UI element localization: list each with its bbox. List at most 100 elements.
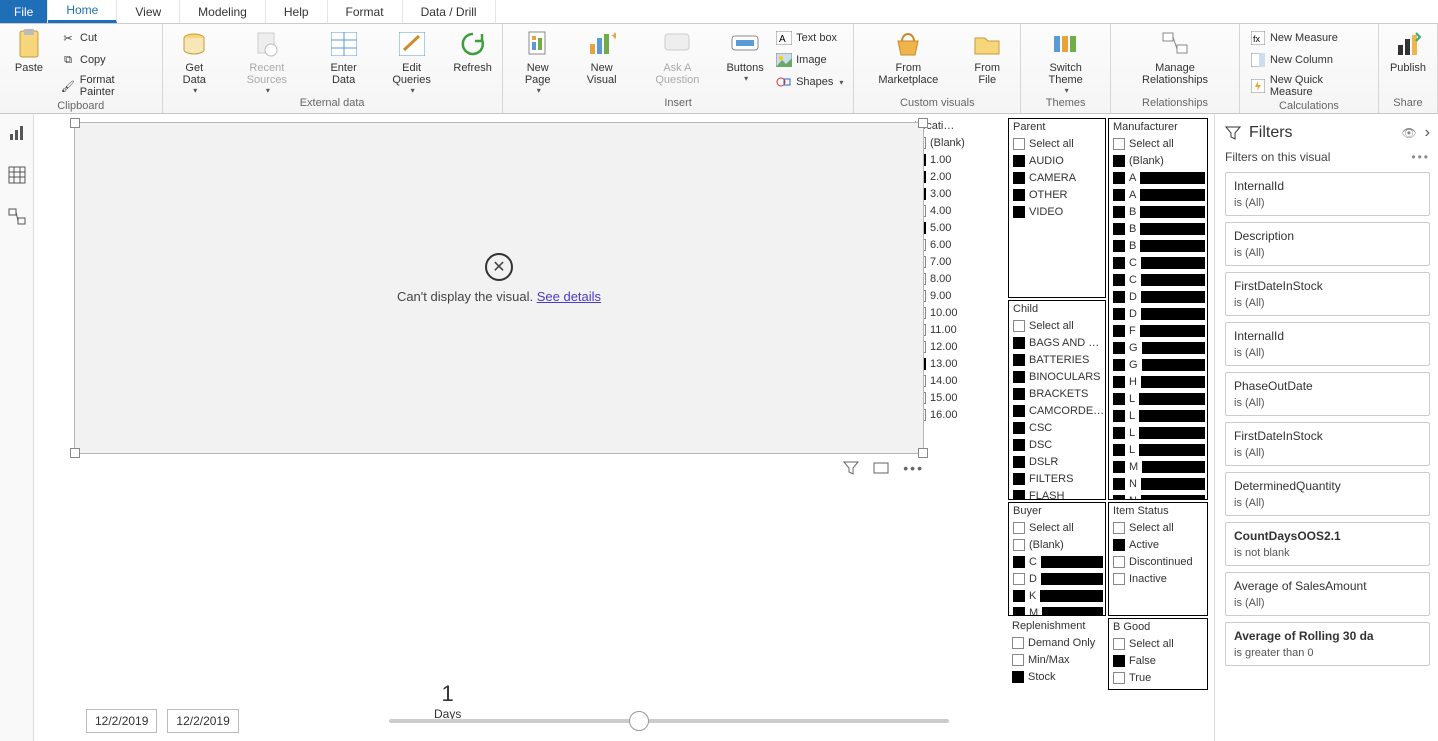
- refresh-button[interactable]: Refresh: [450, 26, 496, 76]
- checkbox[interactable]: [1013, 155, 1025, 167]
- manage-relationships-button[interactable]: Manage Relationships: [1117, 26, 1233, 88]
- checkbox[interactable]: [1013, 388, 1025, 400]
- slicer-option[interactable]: 13.00: [914, 355, 1004, 372]
- slicer-option[interactable]: CAMERA: [1013, 169, 1103, 186]
- checkbox[interactable]: [1013, 206, 1025, 218]
- checkbox[interactable]: [1113, 655, 1125, 667]
- checkbox[interactable]: [1113, 672, 1125, 684]
- checkbox[interactable]: [1013, 439, 1025, 451]
- filter-card[interactable]: FirstDateInStockis (All): [1225, 272, 1430, 316]
- slicer-option[interactable]: CSC: [1013, 419, 1103, 436]
- cut-button[interactable]: ✂Cut: [56, 28, 156, 48]
- checkbox[interactable]: [1113, 308, 1125, 320]
- report-view-icon[interactable]: [8, 124, 26, 142]
- slicer-child[interactable]: Child Select allBAGS AND …BATTERIESBINOC…: [1008, 300, 1106, 500]
- checkbox[interactable]: [1113, 461, 1125, 473]
- slicer-option[interactable]: BINOCULARS: [1013, 368, 1103, 385]
- focus-icon[interactable]: [873, 460, 889, 476]
- slicer-option[interactable]: 16.00: [914, 406, 1004, 423]
- edit-queries-button[interactable]: Edit Queries: [378, 26, 446, 97]
- checkbox[interactable]: [1013, 490, 1025, 500]
- filter-card[interactable]: Average of Rolling 30 dais greater than …: [1225, 622, 1430, 666]
- slicer-option[interactable]: Stock: [1012, 668, 1104, 685]
- more-icon[interactable]: •••: [903, 460, 924, 476]
- checkbox[interactable]: [1113, 410, 1125, 422]
- slicer-option[interactable]: B: [1113, 237, 1205, 254]
- checkbox[interactable]: [1113, 359, 1125, 371]
- checkbox[interactable]: [1012, 654, 1024, 666]
- slicer-option[interactable]: A: [1113, 186, 1205, 203]
- tab-format[interactable]: Format: [328, 0, 403, 23]
- slicer-item-status[interactable]: Item Status Select allActiveDiscontinued…: [1108, 502, 1208, 616]
- checkbox[interactable]: [1013, 354, 1025, 366]
- checkbox[interactable]: [1013, 607, 1025, 616]
- switch-theme-button[interactable]: Switch Theme: [1027, 26, 1104, 97]
- slicer-option[interactable]: CAMCORDE…: [1013, 402, 1103, 419]
- data-view-icon[interactable]: [8, 166, 26, 184]
- checkbox[interactable]: [1013, 539, 1025, 551]
- checkbox[interactable]: [1013, 556, 1025, 568]
- slicer-location[interactable]: Locati… (Blank)1.002.003.004.005.006.007…: [910, 118, 1006, 428]
- tab-view[interactable]: View: [117, 0, 180, 23]
- slicer-option[interactable]: N: [1113, 475, 1205, 492]
- from-marketplace-button[interactable]: From Marketplace: [860, 26, 956, 88]
- filter-card[interactable]: Descriptionis (All): [1225, 222, 1430, 266]
- tab-modeling[interactable]: Modeling: [180, 0, 266, 23]
- checkbox[interactable]: [1013, 320, 1025, 332]
- slicer-option[interactable]: K: [1013, 587, 1103, 604]
- visual-frame[interactable]: ✕ Can't display the visual. See details: [74, 122, 924, 454]
- checkbox[interactable]: [1113, 206, 1125, 218]
- slicer-option[interactable]: Inactive: [1113, 570, 1205, 587]
- slicer-option[interactable]: (Blank): [1113, 152, 1205, 169]
- slicer-option[interactable]: L: [1113, 407, 1205, 424]
- checkbox[interactable]: [1013, 371, 1025, 383]
- slicer-option[interactable]: B: [1113, 220, 1205, 237]
- checkbox[interactable]: [1113, 155, 1125, 167]
- slicer-option[interactable]: OTHER: [1013, 186, 1103, 203]
- slicer-option[interactable]: L: [1113, 424, 1205, 441]
- slicer-parent[interactable]: Parent Select allAUDIOCAMERAOTHERVIDEO: [1008, 118, 1106, 298]
- checkbox[interactable]: [1013, 422, 1025, 434]
- checkbox[interactable]: [1113, 478, 1125, 490]
- slicer-option[interactable]: Select all: [1113, 135, 1205, 152]
- checkbox[interactable]: [1113, 427, 1125, 439]
- filter-card[interactable]: FirstDateInStockis (All): [1225, 422, 1430, 466]
- checkbox[interactable]: [1013, 138, 1025, 150]
- checkbox[interactable]: [1113, 539, 1125, 551]
- slicer-option[interactable]: Demand Only: [1012, 634, 1104, 651]
- slicer-option[interactable]: False: [1113, 652, 1205, 669]
- checkbox[interactable]: [1013, 405, 1025, 417]
- slicer-option[interactable]: True: [1113, 669, 1205, 686]
- model-view-icon[interactable]: [8, 208, 26, 226]
- checkbox[interactable]: [1113, 240, 1125, 252]
- slicer-option[interactable]: (Blank): [914, 134, 1004, 151]
- buttons-button[interactable]: Buttons: [722, 26, 768, 85]
- slicer-option[interactable]: Select all: [1113, 519, 1205, 536]
- new-column-button[interactable]: New Column: [1246, 50, 1372, 70]
- slicer-option[interactable]: M: [1013, 604, 1103, 615]
- new-quick-measure-button[interactable]: New Quick Measure: [1246, 72, 1372, 100]
- tab-home[interactable]: Home: [48, 0, 117, 23]
- slicer-option[interactable]: FILTERS: [1013, 470, 1103, 487]
- slicer-replenishment[interactable]: Replenishment Demand OnlyMin/MaxStock: [1008, 618, 1106, 690]
- checkbox[interactable]: [1113, 274, 1125, 286]
- checkbox[interactable]: [1113, 393, 1125, 405]
- slicer-option[interactable]: 11.00: [914, 321, 1004, 338]
- slicer-option[interactable]: 15.00: [914, 389, 1004, 406]
- filter-card[interactable]: InternalIdis (All): [1225, 172, 1430, 216]
- filter-icon[interactable]: [843, 460, 859, 476]
- slicer-bgood[interactable]: B Good Select allFalseTrue: [1108, 618, 1208, 690]
- slicer-option[interactable]: C: [1113, 254, 1205, 271]
- checkbox[interactable]: [1013, 337, 1025, 349]
- slicer-option[interactable]: BAGS AND …: [1013, 334, 1103, 351]
- slicer-option[interactable]: 9.00: [914, 287, 1004, 304]
- slicer-option[interactable]: Select all: [1113, 635, 1205, 652]
- slicer-option[interactable]: D: [1013, 570, 1103, 587]
- paste-button[interactable]: Paste: [6, 26, 52, 76]
- slider-handle[interactable]: [629, 711, 649, 731]
- slicer-option[interactable]: AUDIO: [1013, 152, 1103, 169]
- slicer-option[interactable]: Min/Max: [1012, 651, 1104, 668]
- slicer-buyer[interactable]: Buyer Select all(Blank)CDKM: [1008, 502, 1106, 616]
- shapes-button[interactable]: Shapes: [772, 72, 847, 92]
- checkbox[interactable]: [1113, 172, 1125, 184]
